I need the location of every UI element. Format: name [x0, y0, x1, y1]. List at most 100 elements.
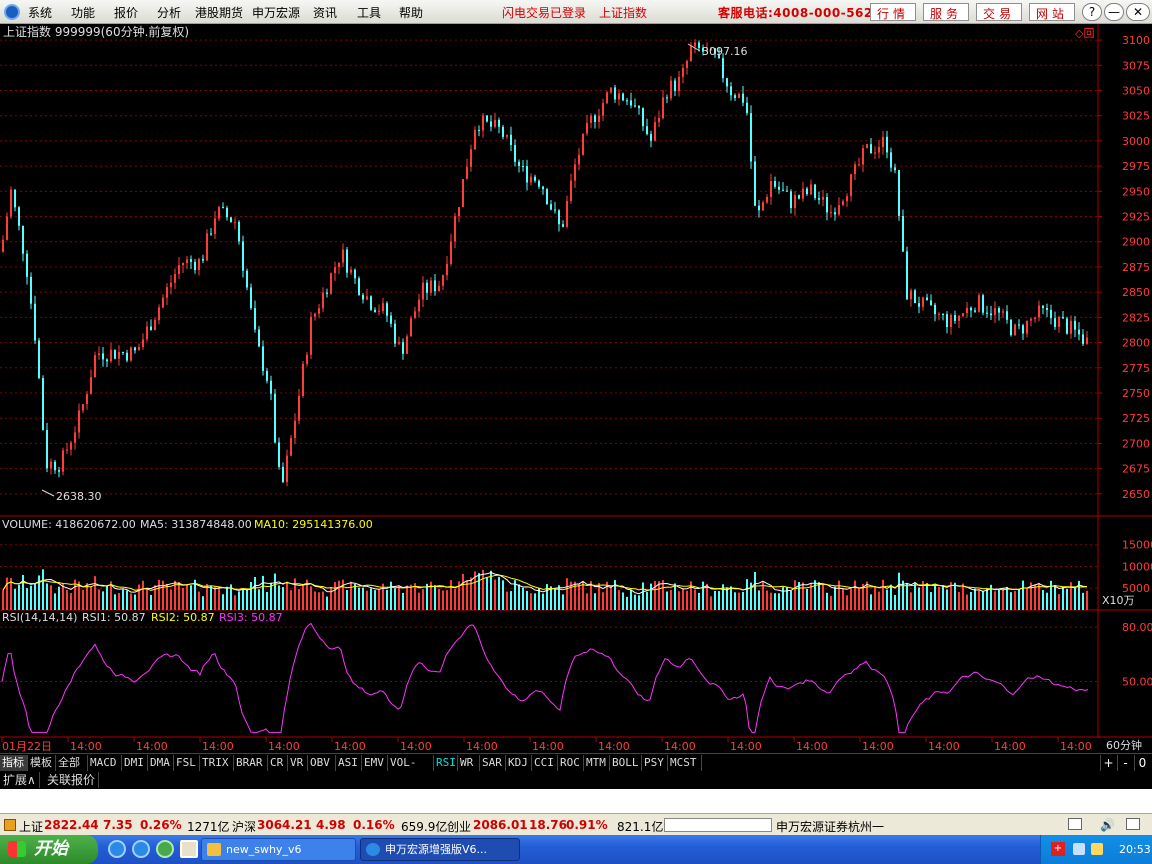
minimize-icon[interactable]: —: [1104, 3, 1124, 21]
chart-options-icon[interactable]: ◇回: [1075, 27, 1094, 40]
start-button[interactable]: 开始: [0, 835, 98, 864]
candle-body: [338, 262, 340, 268]
menu-function[interactable]: 功能: [71, 4, 95, 21]
ie-icon[interactable]: [108, 840, 126, 858]
show-desktop-icon[interactable]: [180, 840, 198, 858]
ie-alt-icon[interactable]: [132, 840, 150, 858]
zoom-in-button[interactable]: +: [1100, 755, 1116, 771]
volume-bar: [878, 591, 880, 610]
menu-tools[interactable]: 工具: [357, 4, 381, 21]
candle-body: [682, 67, 684, 77]
candle-body: [866, 144, 868, 149]
tab-boll[interactable]: BOLL: [610, 755, 642, 771]
menu-quote[interactable]: 报价: [114, 4, 138, 21]
lock-icon[interactable]: [1126, 818, 1140, 830]
reset-button[interactable]: 0: [1134, 755, 1150, 771]
chart-panel[interactable]: 3100 3075 3050 3025 3000 2975 2950 2925 2900 2875…: [0, 24, 1152, 756]
menu-hk-futures[interactable]: 港股期货: [195, 4, 243, 21]
chart-svg[interactable]: 3100 3075 3050 3025 3000 2975 2950 2925 2900 2875…: [0, 24, 1152, 754]
tab-vr[interactable]: VR: [288, 755, 308, 771]
tab-全部[interactable]: 全部: [56, 755, 88, 771]
candle-body: [274, 393, 276, 443]
menu-analysis[interactable]: 分析: [157, 4, 181, 21]
speaker-icon[interactable]: 🔊: [1100, 818, 1115, 832]
tab-cr[interactable]: CR: [268, 755, 288, 771]
volume-bar: [498, 576, 500, 610]
tab-模板[interactable]: 模板: [28, 755, 56, 771]
quote-button[interactable]: 行情: [870, 3, 917, 21]
tab-kdj[interactable]: KDJ: [506, 755, 532, 771]
network-icon[interactable]: [1073, 843, 1085, 855]
tab-fsl[interactable]: FSL: [174, 755, 200, 771]
tab-rsi[interactable]: RSI: [434, 755, 458, 771]
tab-vol-tdx[interactable]: VOL-TDX: [388, 755, 434, 785]
cy-name: 创业: [447, 820, 472, 834]
tab-sar[interactable]: SAR: [480, 755, 506, 771]
task-trading-app[interactable]: 申万宏源增强版V6...: [360, 838, 520, 861]
volume-bar: [966, 594, 968, 610]
volume-bar: [98, 589, 100, 610]
time-label: 14:00: [928, 740, 960, 753]
menu-help[interactable]: 帮助: [399, 4, 423, 21]
volume-bar: [22, 574, 24, 610]
expand-tab[interactable]: 扩展∧: [0, 772, 40, 788]
screen-icon[interactable]: [1068, 818, 1082, 830]
tab-macd[interactable]: MACD: [88, 755, 122, 771]
help-window-icon[interactable]: ?: [1082, 3, 1102, 21]
tab-cci[interactable]: CCI: [532, 755, 558, 771]
zoom-out-button[interactable]: -: [1117, 755, 1133, 771]
candle-body: [298, 395, 300, 421]
candle-body: [906, 251, 908, 300]
tab-指标[interactable]: 指标: [0, 755, 28, 771]
volume-bar: [534, 593, 536, 610]
tab-brar[interactable]: BRAR: [234, 755, 268, 771]
candle-body: [874, 152, 876, 154]
candle-body: [354, 269, 356, 279]
close-icon[interactable]: ✕: [1126, 3, 1150, 21]
task-folder[interactable]: new_swhy_v6: [201, 838, 356, 861]
candle-body: [806, 188, 808, 195]
candle-body: [1038, 305, 1040, 318]
trade-button[interactable]: 交易: [976, 3, 1023, 21]
volume-bar: [262, 575, 264, 610]
candle-body: [686, 61, 688, 68]
volume-bar: [958, 592, 960, 610]
volume-bar: [834, 586, 836, 610]
volume-bar: [854, 580, 856, 610]
tab-psy[interactable]: PSY: [642, 755, 668, 771]
candle-body: [250, 287, 252, 309]
related-quote-tab[interactable]: 关联报价: [44, 772, 100, 788]
tray-app-icon[interactable]: [1091, 843, 1103, 855]
tab-mcst[interactable]: MCST: [668, 755, 702, 771]
candle-body: [614, 87, 616, 100]
volume-bar: [326, 596, 328, 610]
period-label[interactable]: 60分钟: [1106, 738, 1142, 752]
menu-news[interactable]: 资讯: [313, 4, 337, 21]
tab-mtm[interactable]: MTM: [584, 755, 610, 771]
index-name-link[interactable]: 上证指数: [599, 4, 647, 21]
service-button[interactable]: 服务: [923, 3, 970, 21]
candle-body: [414, 311, 416, 319]
candle-body: [990, 313, 992, 316]
candle-body: [202, 259, 204, 261]
quicklaunch-icon[interactable]: [156, 840, 174, 858]
tab-roc[interactable]: ROC: [558, 755, 584, 771]
login-status[interactable]: 闪电交易已登录: [502, 4, 586, 21]
volume-bar: [730, 586, 732, 610]
volume-bar: [238, 591, 240, 610]
tab-dma[interactable]: DMA: [148, 755, 174, 771]
tab-trix[interactable]: TRIX: [200, 755, 234, 771]
menu-system[interactable]: 系统: [28, 4, 52, 21]
tab-asi[interactable]: ASI: [336, 755, 362, 771]
candle-body: [14, 189, 16, 208]
tab-wr[interactable]: WR: [458, 755, 480, 771]
volume-bar: [126, 590, 128, 610]
tab-obv[interactable]: OBV: [308, 755, 336, 771]
tab-dmi[interactable]: DMI: [122, 755, 148, 771]
menu-swhy[interactable]: 申万宏源: [252, 4, 300, 21]
candle-body: [474, 129, 476, 150]
rsi-label: RSI(14,14,14): [2, 611, 77, 624]
website-button[interactable]: 网站: [1029, 3, 1076, 21]
ime-icon[interactable]: +: [1051, 842, 1065, 856]
tab-emv[interactable]: EMV: [362, 755, 388, 771]
